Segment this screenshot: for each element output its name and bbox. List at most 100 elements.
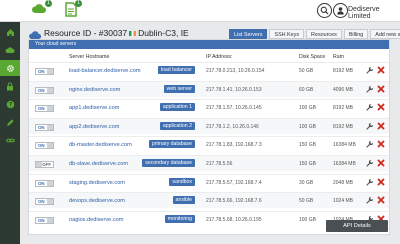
delete-icon[interactable]: [377, 140, 385, 148]
edit-wrench-icon[interactable]: [366, 103, 374, 111]
server-disk-space: 100 GB: [299, 105, 316, 112]
server-ip-address: 217.78.1.57, 10.26.0.145: [206, 105, 262, 112]
delete-icon[interactable]: [377, 178, 385, 186]
delete-icon[interactable]: [377, 196, 385, 204]
edit-wrench-icon[interactable]: [366, 66, 374, 74]
server-ip-address: 217.78.1.83, 192.168.7.3: [206, 142, 262, 149]
power-toggle[interactable]: OFF: [35, 161, 54, 168]
table-row: ON nginx.dediserve.com web server 217.78.1.…: [29, 80, 389, 97]
power-toggle[interactable]: ON: [35, 179, 54, 187]
power-state-label: ON: [38, 124, 45, 130]
delete-icon[interactable]: [377, 122, 385, 130]
power-toggle[interactable]: ON: [35, 86, 54, 94]
server-tag-badge: application 1: [159, 103, 195, 112]
server-disk-space: 150 GB: [299, 161, 316, 167]
sidebar-item-security[interactable]: [0, 78, 20, 94]
server-disk-space: 50 GB: [299, 198, 314, 205]
toggle-knob: [47, 143, 53, 149]
server-disk-space: 30 GB: [299, 179, 314, 186]
page-title: Resource ID - #30037 Dublin-C3, IE: [44, 28, 189, 38]
tab-list-servers[interactable]: List Servers: [229, 29, 268, 39]
server-hostname-link[interactable]: db-slave.dediserve.com: [69, 161, 128, 167]
edit-wrench-icon[interactable]: [366, 122, 374, 130]
table-row: ON app2.dediserve.com application 2 217.78.…: [29, 117, 389, 134]
power-toggle[interactable]: ON: [35, 216, 54, 224]
resource-id: Resource ID - #30037: [44, 28, 128, 38]
server-hostname-link[interactable]: nagios.dediserve.com: [69, 217, 123, 223]
column-header-disk: Disk Space: [299, 54, 326, 60]
gear-icon: [6, 64, 14, 72]
power-toggle[interactable]: ON: [35, 142, 54, 150]
search-icon: [320, 6, 329, 15]
edit-wrench-icon[interactable]: [366, 85, 374, 93]
power-toggle[interactable]: ON: [35, 198, 54, 206]
server-hostname-link[interactable]: app1.dediserve.com: [69, 105, 119, 111]
search-button[interactable]: [317, 3, 332, 18]
server-ram: 2048 MB: [333, 179, 354, 186]
column-header-ram: Ram: [333, 54, 344, 60]
server-ram: 16384 MB: [333, 142, 356, 149]
toggle-knob: [47, 87, 53, 93]
toggle-knob: [36, 162, 42, 167]
server-disk-space: 50 GB: [299, 68, 314, 74]
pencil-icon: [6, 118, 14, 126]
server-disk-space: 100 GB: [299, 216, 316, 223]
toggle-knob: [47, 217, 53, 223]
server-hostname-link[interactable]: devops.dediserve.com: [69, 198, 125, 204]
table-row: ON app1.dediserve.com application 1 217.78.…: [29, 99, 389, 115]
top-bar: 1 1 Dediserve Limited: [0, 0, 400, 22]
delete-icon[interactable]: [377, 103, 385, 111]
server-ram: 8192 MB: [333, 123, 354, 130]
server-tag-badge: secondary database: [142, 159, 195, 167]
tab-add-new-server[interactable]: Add new server: [370, 29, 400, 39]
power-state-label: ON: [38, 180, 45, 186]
delete-icon[interactable]: [377, 159, 385, 167]
edit-wrench-icon[interactable]: [366, 159, 374, 167]
server-disk-space: 150 GB: [299, 142, 316, 149]
server-ip-address: 217.78.5.56: [206, 161, 233, 167]
user-icon: [337, 7, 344, 15]
delete-icon[interactable]: [377, 66, 385, 74]
user-button[interactable]: [333, 3, 348, 18]
link-icon: [5, 138, 15, 142]
server-ram: 8192 MB: [333, 105, 354, 112]
power-toggle[interactable]: ON: [35, 105, 54, 113]
server-hostname-link[interactable]: db-master.dediserve.com: [69, 142, 132, 148]
cloud-icon: [5, 47, 15, 53]
power-toggle[interactable]: ON: [35, 123, 54, 131]
power-state-label: OFF: [42, 162, 51, 167]
tab-billing[interactable]: Billing: [343, 29, 369, 39]
toggle-knob: [47, 199, 53, 205]
tab-resources[interactable]: Resources: [306, 29, 342, 39]
server-tag-badge: ansible: [172, 196, 195, 205]
server-hostname-link[interactable]: load-balancer.dediserve.com: [69, 68, 141, 74]
cloud-badge: 1: [45, 0, 52, 7]
toggle-knob: [47, 124, 53, 130]
server-disk-space: 60 GB: [299, 86, 314, 93]
server-hostname-link[interactable]: nginx.dediserve.com: [69, 87, 120, 93]
svg-text:?: ?: [8, 102, 12, 108]
sidebar-item-edit[interactable]: [0, 114, 20, 130]
toggle-knob: [47, 106, 53, 112]
sidebar-item-home[interactable]: [0, 24, 20, 40]
column-header-ip: IP Address:: [206, 54, 233, 60]
cloud-icon[interactable]: 1: [31, 0, 52, 18]
server-tag-badge: primary database: [148, 140, 195, 149]
sidebar-item-cloud[interactable]: [0, 42, 20, 58]
sidebar-item-settings[interactable]: [0, 60, 20, 76]
sidebar-item-help[interactable]: ?: [0, 96, 20, 112]
sidebar-item-links[interactable]: [0, 132, 20, 148]
server-ip-address: 217.78.1.41, 10.26.0.153: [206, 86, 262, 93]
server-hostname-link[interactable]: staging.dediserve.com: [69, 180, 125, 186]
server-hostname-link[interactable]: app2.dediserve.com: [69, 124, 119, 130]
user-name[interactable]: Dediserve Limited: [348, 6, 400, 20]
document-icon[interactable]: 1: [65, 0, 82, 18]
delete-icon[interactable]: [377, 85, 385, 93]
api-details-button[interactable]: API Details: [326, 220, 388, 232]
tab-ssh-keys[interactable]: SSH Keys: [269, 29, 305, 39]
edit-wrench-icon[interactable]: [366, 140, 374, 148]
server-ip-address: 217.78.1.2, 10.26.0.146: [206, 123, 259, 130]
power-toggle[interactable]: ON: [35, 68, 54, 75]
edit-wrench-icon[interactable]: [366, 196, 374, 204]
edit-wrench-icon[interactable]: [366, 178, 374, 186]
